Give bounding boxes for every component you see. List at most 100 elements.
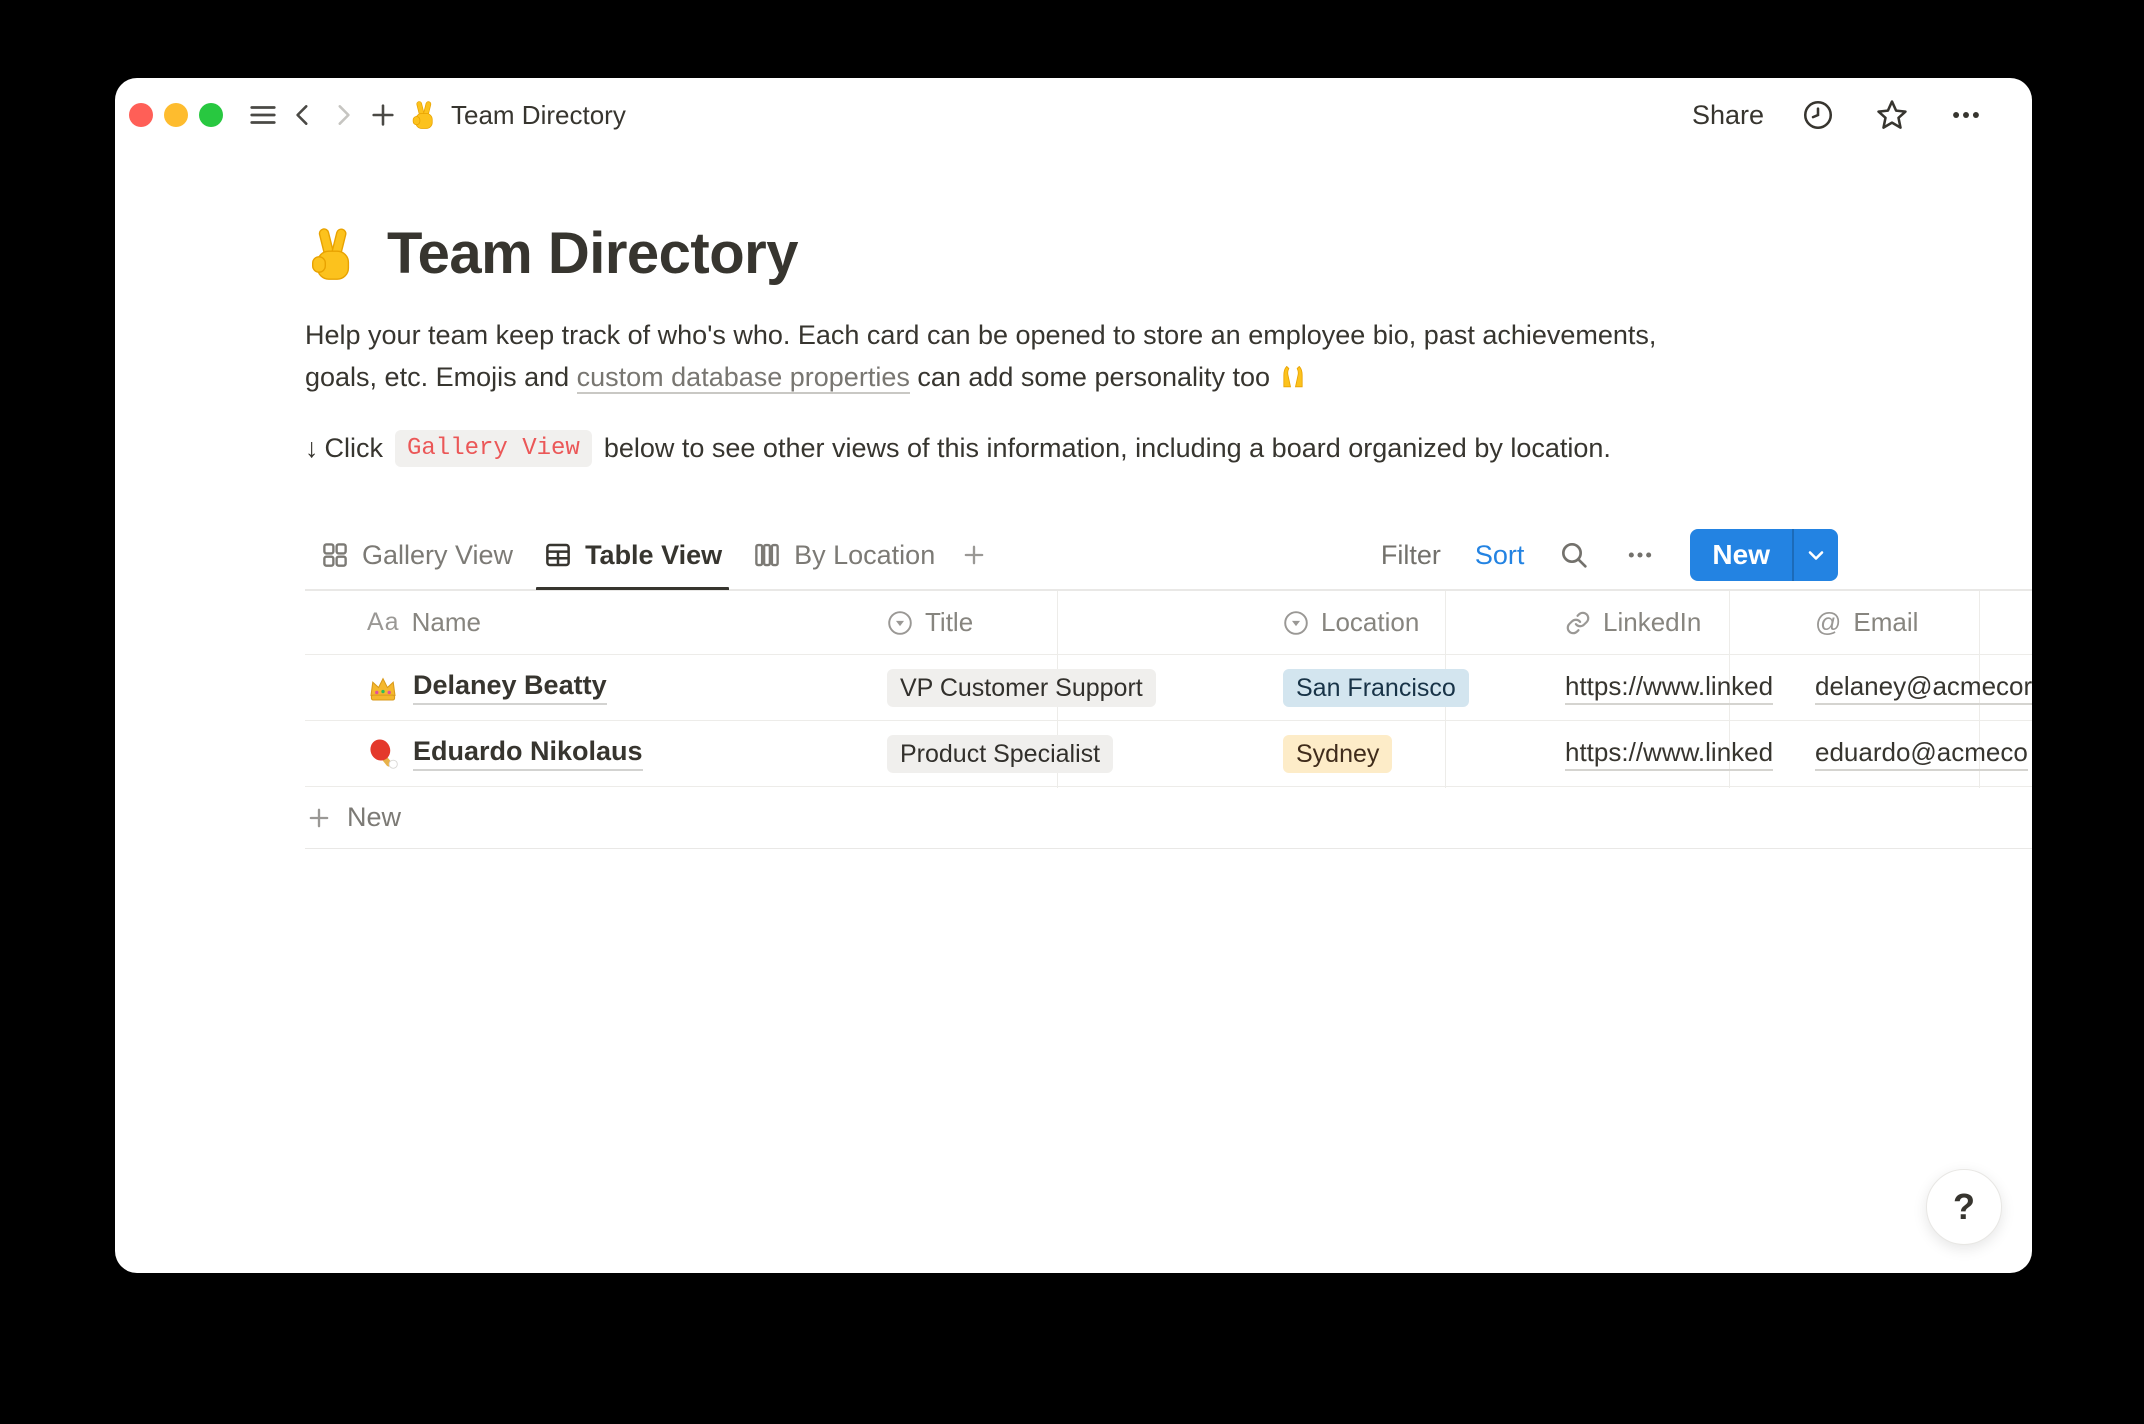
column-header-location[interactable]: Location <box>1255 607 1539 638</box>
column-header-linkedin[interactable]: LinkedIn <box>1539 607 1789 638</box>
callout-pre-text: Click <box>325 433 384 464</box>
email-link[interactable]: delaney@acmecor <box>1815 671 2032 705</box>
linkedin-cell[interactable]: https://www.linked <box>1539 737 1789 771</box>
plus-icon <box>960 541 988 569</box>
tab-by-location[interactable]: By Location <box>737 520 950 590</box>
more-options-icon[interactable] <box>1946 95 1986 135</box>
victory-hand-page-emoji[interactable] <box>305 226 361 282</box>
record-name-link[interactable]: Delaney Beatty <box>413 670 607 705</box>
column-header-title[interactable]: Title <box>867 607 1255 638</box>
page-title: Team Directory <box>305 220 798 287</box>
column-header-linkedin-label: LinkedIn <box>1603 607 1701 638</box>
crown-emoji <box>367 672 399 704</box>
table-row[interactable]: Delaney Beatty VP Customer Support San F… <box>305 655 2032 721</box>
column-header-name-label: Name <box>412 607 481 638</box>
plus-icon <box>305 804 333 832</box>
app-window: Team Directory Share <box>115 78 2032 1273</box>
victory-hand-emoji <box>409 100 439 130</box>
view-bar: Gallery View Table View By Location <box>305 520 2032 590</box>
chevron-down-icon[interactable] <box>1794 529 1838 581</box>
gallery-view-code-chip: Gallery View <box>395 430 592 467</box>
page-title-text: Team Directory <box>387 220 798 287</box>
add-view-button[interactable] <box>950 520 998 590</box>
titlebar: Team Directory Share <box>115 78 2032 152</box>
description-line-1: Help your team keep track of who's who. … <box>305 314 1795 356</box>
select-property-icon <box>887 610 913 636</box>
title-cell[interactable]: VP Customer Support <box>867 669 1255 707</box>
linkedin-url[interactable]: https://www.linked <box>1565 671 1773 705</box>
record-name-link[interactable]: Eduardo Nikolaus <box>413 736 643 771</box>
title-tag: VP Customer Support <box>887 669 1156 707</box>
table-header-row: Aa Name Title Location LinkedIn <box>305 590 2032 655</box>
name-cell[interactable]: Eduardo Nikolaus <box>305 736 867 771</box>
column-header-name[interactable]: Aa Name <box>305 607 867 638</box>
callout-post-text: below to see other views of this informa… <box>604 433 1611 464</box>
email-link[interactable]: eduardo@acmeco <box>1815 737 2028 771</box>
location-tag: San Francisco <box>1283 669 1469 707</box>
new-record-button[interactable]: New <box>1690 529 1838 581</box>
help-button-label: ? <box>1953 1186 1975 1228</box>
select-property-icon <box>1283 610 1309 636</box>
ping-pong-emoji <box>367 738 399 770</box>
down-arrow-glyph: ↓ <box>305 433 319 464</box>
description-line-2-post: can add some personality too <box>910 362 1278 392</box>
view-options-icon[interactable] <box>1624 539 1656 571</box>
filter-button[interactable]: Filter <box>1381 540 1441 571</box>
email-cell[interactable]: eduardo@acmeco <box>1789 737 2032 771</box>
text-property-icon: Aa <box>367 608 400 637</box>
raising-hands-emoji <box>1278 361 1308 391</box>
column-header-title-label: Title <box>925 607 973 638</box>
column-header-email-label: Email <box>1853 607 1918 638</box>
new-record-button-label[interactable]: New <box>1690 529 1792 581</box>
zoom-window-button[interactable] <box>199 103 223 127</box>
forward-icon[interactable] <box>323 95 363 135</box>
email-property-icon: @ <box>1815 607 1841 638</box>
location-tag: Sydney <box>1283 735 1392 773</box>
traffic-lights <box>129 103 223 127</box>
view-tabs: Gallery View Table View By Location <box>305 520 998 590</box>
name-cell[interactable]: Delaney Beatty <box>305 670 867 705</box>
column-header-email[interactable]: @ Email <box>1789 607 2032 638</box>
share-button[interactable]: Share <box>1692 100 1764 131</box>
column-header-location-label: Location <box>1321 607 1419 638</box>
tab-gallery-view-label: Gallery View <box>362 540 513 571</box>
new-row-label: New <box>347 802 401 833</box>
favorite-star-icon[interactable] <box>1872 95 1912 135</box>
titlebar-actions: Share <box>1692 95 1986 135</box>
title-cell[interactable]: Product Specialist <box>867 735 1255 773</box>
callout-line: ↓ Click Gallery View below to see other … <box>305 430 1611 467</box>
email-cell[interactable]: delaney@acmecor <box>1789 671 2032 705</box>
new-row-button[interactable]: New <box>305 787 2032 849</box>
sort-button[interactable]: Sort <box>1475 540 1525 571</box>
table-view-icon <box>543 540 573 570</box>
location-cell[interactable]: San Francisco <box>1255 669 1539 707</box>
new-tab-icon[interactable] <box>363 95 403 135</box>
tab-table-view-label: Table View <box>585 540 722 571</box>
custom-database-properties-link[interactable]: custom database properties <box>577 362 910 394</box>
linkedin-url[interactable]: https://www.linked <box>1565 737 1773 771</box>
linkedin-cell[interactable]: https://www.linked <box>1539 671 1789 705</box>
tab-by-location-label: By Location <box>794 540 935 571</box>
sidebar-toggle-icon[interactable] <box>243 95 283 135</box>
title-tag: Product Specialist <box>887 735 1113 773</box>
breadcrumb[interactable]: Team Directory <box>409 100 626 131</box>
history-clock-icon[interactable] <box>1798 95 1838 135</box>
tab-gallery-view[interactable]: Gallery View <box>305 520 528 590</box>
close-window-button[interactable] <box>129 103 153 127</box>
minimize-window-button[interactable] <box>164 103 188 127</box>
location-cell[interactable]: Sydney <box>1255 735 1539 773</box>
help-button[interactable]: ? <box>1926 1169 2002 1245</box>
table-row[interactable]: Eduardo Nikolaus Product Specialist Sydn… <box>305 721 2032 787</box>
url-property-icon <box>1565 610 1591 636</box>
search-icon[interactable] <box>1558 539 1590 571</box>
tab-table-view[interactable]: Table View <box>528 520 737 590</box>
table-view: Aa Name Title Location LinkedIn <box>115 590 2032 849</box>
back-icon[interactable] <box>283 95 323 135</box>
titlebar-page-title: Team Directory <box>451 100 626 131</box>
board-view-icon <box>752 540 782 570</box>
gallery-view-icon <box>320 540 350 570</box>
description-line-2-pre: goals, etc. Emojis and <box>305 362 577 392</box>
database-toolbar: Filter Sort New <box>1381 520 1838 590</box>
page-description: Help your team keep track of who's who. … <box>305 314 1795 398</box>
screen: { "titlebar": { "title": "Team Directory… <box>0 0 2144 1424</box>
